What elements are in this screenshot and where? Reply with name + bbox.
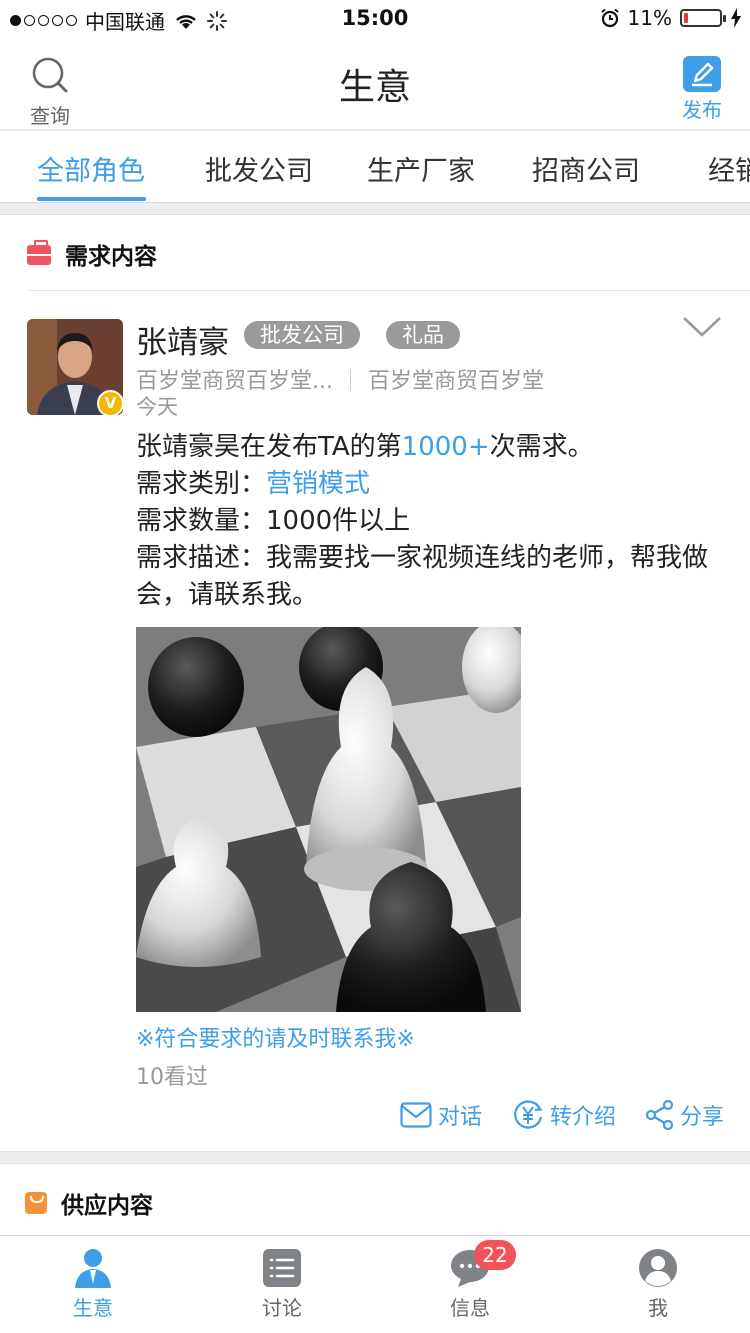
publish-button[interactable]: 发布 [678, 56, 726, 123]
chevron-down-icon[interactable] [682, 315, 722, 339]
unread-message-badge: 22 [474, 1240, 516, 1270]
role-tab-bar: 全部角色 批发公司 生产厂家 招商公司 经销 [0, 131, 750, 203]
search-icon [32, 57, 68, 93]
active-tab-indicator [37, 197, 146, 201]
demand-section-header: 需求内容 [27, 237, 157, 271]
bottom-tab-me[interactable]: 我 [598, 1248, 718, 1321]
post-summary-line: 张靖豪昊在发布TA的第1000+次需求。 [136, 429, 728, 466]
search-label: 查询 [30, 104, 70, 128]
navigation-bar: 查询 生意 发布 [0, 38, 750, 130]
supply-section-header: 供应内容 [25, 1186, 153, 1220]
list-icon [262, 1248, 302, 1288]
post-actions: 对话 转介绍 分享 [400, 1099, 724, 1131]
tab-all-roles[interactable]: 全部角色 [37, 149, 145, 188]
category-line: 需求类别：营销模式 [136, 466, 728, 503]
bottom-tab-messages-label: 信息 [450, 1296, 490, 1320]
bottom-tab-business-label: 生意 [73, 1296, 113, 1320]
summary-prefix: 张靖豪昊在发布TA的第 [136, 432, 402, 462]
demand-card: 需求内容 V 张靖豪 批发公司 礼品 百岁堂商贸百岁堂... 百岁堂商贸百岁堂 … [0, 214, 750, 1152]
tab-wholesale[interactable]: 批发公司 [205, 149, 313, 188]
description-label: 需求描述： [136, 543, 267, 573]
post-content: 张靖豪昊在发布TA的第1000+次需求。 需求类别：营销模式 需求数量：1000… [136, 429, 728, 614]
chat-button[interactable]: 对话 [400, 1099, 482, 1131]
battery-percent: 11% [627, 6, 672, 30]
bottom-tab-discussion-label: 讨论 [262, 1296, 302, 1320]
share-icon [645, 1100, 674, 1130]
battery-fill [684, 13, 688, 23]
quantity-label: 需求数量： [136, 506, 267, 536]
demand-section-title: 需求内容 [65, 244, 157, 270]
shopping-bag-icon [25, 1192, 47, 1214]
status-left: 中国联通 [10, 6, 227, 35]
company-full: 百岁堂商贸百岁堂 [367, 369, 544, 394]
category-label: 需求类别： [136, 469, 267, 499]
section-divider [27, 290, 750, 291]
demand-count: 1000+ [401, 432, 490, 462]
alarm-icon [600, 8, 619, 28]
post-time: 今天 [136, 395, 178, 419]
summary-suffix: 次需求。 [489, 432, 594, 462]
industry-tag: 礼品 [386, 321, 460, 349]
charging-bolt-icon [731, 8, 741, 28]
refer-button[interactable]: 转介绍 [512, 1099, 616, 1131]
publish-label: 发布 [682, 98, 722, 122]
company-line: 百岁堂商贸百岁堂... 百岁堂商贸百岁堂 [136, 363, 544, 395]
bottom-tab-me-label: 我 [648, 1296, 668, 1320]
bottom-tab-business[interactable]: 生意 [33, 1248, 153, 1321]
edit-icon [683, 56, 721, 92]
loading-spinner-icon [207, 10, 227, 31]
user-name[interactable]: 张靖豪 [136, 317, 229, 362]
tab-manufacturer[interactable]: 生产厂家 [367, 149, 475, 188]
envelope-icon [400, 1102, 432, 1128]
page-title: 生意 [338, 67, 411, 108]
chat-label: 对话 [437, 1105, 482, 1130]
bottom-tab-discussion[interactable]: 讨论 [222, 1248, 342, 1321]
wifi-icon [176, 14, 196, 29]
supply-section-title: 供应内容 [61, 1193, 153, 1219]
user-profile-icon [638, 1248, 678, 1288]
tab-investment[interactable]: 招商公司 [532, 149, 640, 188]
company-separator [349, 369, 351, 391]
briefcase-icon [27, 240, 51, 265]
yuan-refer-icon [514, 1100, 543, 1129]
view-count: 10看过 [136, 1065, 208, 1090]
refer-label: 转介绍 [549, 1105, 616, 1130]
verified-badge: V [97, 390, 124, 417]
contact-notice: ※符合要求的请及时联系我※ [136, 1027, 415, 1052]
bottom-tab-bar: 生意 讨论 信息 22 我 [0, 1235, 750, 1333]
description-line: 需求描述：我需要找一家视频连线的老师，帮我做会，请联系我。 [136, 540, 728, 614]
quantity-value: 1000件以上 [266, 506, 411, 536]
category-value[interactable]: 营销模式 [266, 469, 370, 499]
share-button[interactable]: 分享 [645, 1099, 724, 1131]
battery-icon [680, 9, 726, 27]
status-bar: 中国联通 15:00 11% [0, 0, 750, 38]
signal-strength-icon [10, 15, 77, 26]
search-button[interactable]: 查询 [26, 56, 74, 129]
carrier-name: 中国联通 [85, 10, 165, 34]
business-person-icon [73, 1248, 113, 1288]
tab-distributor[interactable]: 经销 [708, 149, 750, 188]
supply-section[interactable]: 供应内容 [0, 1163, 750, 1235]
status-right: 11% [600, 6, 742, 30]
post-image[interactable] [136, 627, 521, 1012]
share-label: 分享 [679, 1105, 724, 1130]
role-tag: 批发公司 [244, 321, 360, 349]
quantity-line: 需求数量：1000件以上 [136, 503, 728, 540]
